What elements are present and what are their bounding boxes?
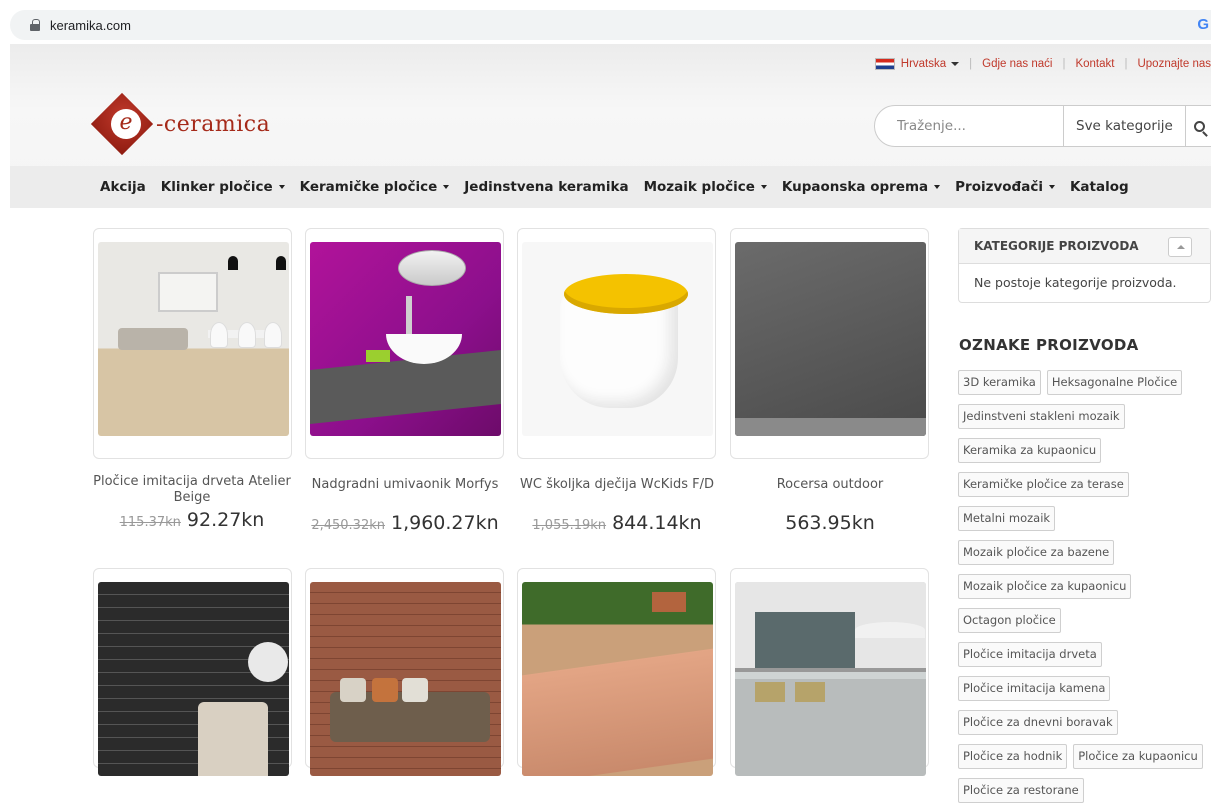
caret-down-icon bbox=[760, 185, 767, 189]
tag-link[interactable]: Pločice imitacija kamena bbox=[958, 676, 1111, 701]
tag-link[interactable]: Keramika za kupaonicu bbox=[958, 438, 1102, 463]
product-image[interactable] bbox=[98, 242, 289, 436]
divider: | bbox=[969, 58, 973, 70]
nav-item-label: Mozaik pločice bbox=[643, 179, 755, 195]
nav-item-label: Akcija bbox=[100, 179, 146, 195]
caret-down-icon bbox=[951, 61, 960, 66]
product-image[interactable] bbox=[522, 582, 713, 776]
lock-icon bbox=[30, 19, 40, 31]
product-name[interactable]: Nadgradni umivaonik Morfys bbox=[300, 477, 510, 493]
product-card[interactable] bbox=[730, 568, 929, 776]
main-nav: Akcija Klinker pločice Keramičke pločice Je… bbox=[10, 166, 1211, 208]
nav-item-label: Proizvođači bbox=[955, 179, 1043, 195]
product-card[interactable] bbox=[517, 568, 716, 776]
old-price: 1,055.19kn bbox=[532, 518, 607, 533]
search-form: Sve kategorije bbox=[874, 105, 1211, 147]
old-price: 115.37kn bbox=[119, 515, 181, 530]
categories-widget: KATEGORIJE PROIZVODA Ne postoje kategori… bbox=[958, 228, 1211, 303]
language-selector[interactable]: Hrvatska bbox=[900, 58, 960, 70]
tag-link[interactable]: Mozaik pločice za bazene bbox=[958, 540, 1115, 565]
tag-link[interactable]: Metalni mozaik bbox=[958, 506, 1056, 531]
search-button[interactable] bbox=[1185, 106, 1211, 146]
caret-down-icon bbox=[934, 185, 941, 189]
nav-item-label: Klinker pločice bbox=[160, 179, 273, 195]
browser-url-bar[interactable]: keramika.com G bbox=[10, 10, 1211, 40]
caret-down-icon bbox=[443, 185, 450, 189]
product-name[interactable]: Pločice imitacija drveta Atelier Beige bbox=[87, 474, 297, 506]
search-icon bbox=[1194, 120, 1205, 132]
product-name[interactable]: Rocersa outdoor bbox=[725, 477, 935, 493]
product-image[interactable] bbox=[735, 582, 926, 776]
tag-link[interactable]: Jedinstveni stakleni mozaik bbox=[958, 404, 1125, 429]
tag-link[interactable]: 3D keramika bbox=[958, 370, 1041, 395]
divider: | bbox=[1062, 58, 1066, 70]
current-price: 563.95kn bbox=[785, 512, 875, 534]
logo-letter: e bbox=[111, 109, 141, 139]
current-price: 92.27kn bbox=[186, 509, 265, 531]
tag-link[interactable]: Pločice za restorane bbox=[958, 778, 1084, 803]
product-price: 1,055.19kn 844.14kn bbox=[512, 512, 722, 534]
product-image[interactable] bbox=[310, 582, 501, 776]
current-price: 844.14kn bbox=[612, 512, 702, 534]
product-image[interactable] bbox=[310, 242, 501, 436]
product-card[interactable] bbox=[93, 568, 292, 776]
tag-link[interactable]: Heksagonalne Pločice bbox=[1046, 370, 1183, 395]
tags-title: OZNAKE PROIZVODA bbox=[959, 336, 1139, 354]
product-card[interactable] bbox=[305, 568, 504, 776]
product-image[interactable] bbox=[98, 582, 289, 776]
tag-link[interactable]: Octagon pločice bbox=[958, 608, 1061, 633]
product-card[interactable] bbox=[730, 228, 929, 459]
categories-empty-text: Ne postoje kategorije proizvoda. bbox=[974, 275, 1177, 290]
tag-link[interactable]: Pločice za kupaonicu bbox=[1073, 744, 1203, 769]
product-price: 563.95kn bbox=[725, 512, 935, 534]
tag-link[interactable]: Pločice za hodnik bbox=[958, 744, 1068, 769]
tag-link[interactable]: Keramičke pločice za terase bbox=[958, 472, 1129, 497]
croatia-flag-icon bbox=[874, 58, 895, 70]
nav-item[interactable]: Jedinstvena keramika bbox=[464, 179, 628, 195]
current-price: 1,960.27kn bbox=[391, 512, 499, 534]
tag-cloud: 3D keramika Heksagonalne Pločice Jedinstve… bbox=[958, 370, 1211, 812]
product-card[interactable] bbox=[305, 228, 504, 459]
tag-link[interactable]: Pločice imitacija drveta bbox=[958, 642, 1102, 667]
product-name[interactable]: WC školjka dječija WcKids F/D bbox=[512, 477, 722, 493]
old-price: 2,450.32kn bbox=[311, 518, 385, 533]
divider: | bbox=[1124, 58, 1128, 70]
nav-item[interactable]: Klinker pločice bbox=[161, 179, 285, 195]
nav-item[interactable]: Katalog bbox=[1070, 179, 1129, 195]
product-image[interactable] bbox=[522, 242, 713, 436]
nav-item[interactable]: Keramičke pločice bbox=[300, 179, 450, 195]
product-price: 2,450.32kn 1,960.27kn bbox=[300, 512, 510, 534]
url-text[interactable]: keramika.com bbox=[50, 18, 131, 33]
collapse-up-icon[interactable] bbox=[1168, 237, 1192, 257]
caret-down-icon bbox=[278, 185, 285, 189]
product-price: 115.37kn 92.27kn bbox=[87, 509, 297, 531]
link-kontakt[interactable]: Kontakt bbox=[1075, 58, 1114, 70]
link-upoznajte-nas[interactable]: Upoznajte nas bbox=[1137, 58, 1211, 70]
caret-down-icon bbox=[1048, 185, 1055, 189]
tag-link[interactable]: Pločice za dnevni boravak bbox=[958, 710, 1118, 735]
nav-item[interactable]: Akcija bbox=[100, 179, 146, 195]
search-input[interactable] bbox=[897, 118, 1063, 134]
logo-text: -ceramica bbox=[156, 111, 271, 137]
nav-item-label: Jedinstvena keramika bbox=[464, 179, 629, 195]
nav-item-label: Katalog bbox=[1069, 179, 1129, 195]
product-image[interactable] bbox=[735, 242, 926, 436]
product-card[interactable] bbox=[517, 228, 716, 459]
nav-item[interactable]: Proizvođači bbox=[955, 179, 1055, 195]
tag-link[interactable]: Mozaik pločice za kupaonicu bbox=[958, 574, 1132, 599]
language-label: Hrvatska bbox=[900, 58, 947, 70]
product-card[interactable] bbox=[93, 228, 292, 459]
google-account-icon[interactable]: G bbox=[1197, 16, 1209, 33]
nav-item-label: Keramičke pločice bbox=[299, 179, 438, 195]
top-links-bar: Hrvatska | Gdje nas naći | Kontakt | Upo… bbox=[874, 58, 1211, 70]
nav-item-label: Kupaonska oprema bbox=[781, 179, 929, 195]
link-gdje-nas-naci[interactable]: Gdje nas naći bbox=[982, 58, 1052, 70]
nav-item[interactable]: Kupaonska oprema bbox=[781, 179, 941, 195]
nav-item[interactable]: Mozaik pločice bbox=[644, 179, 767, 195]
search-category-select[interactable]: Sve kategorije bbox=[1063, 106, 1185, 146]
